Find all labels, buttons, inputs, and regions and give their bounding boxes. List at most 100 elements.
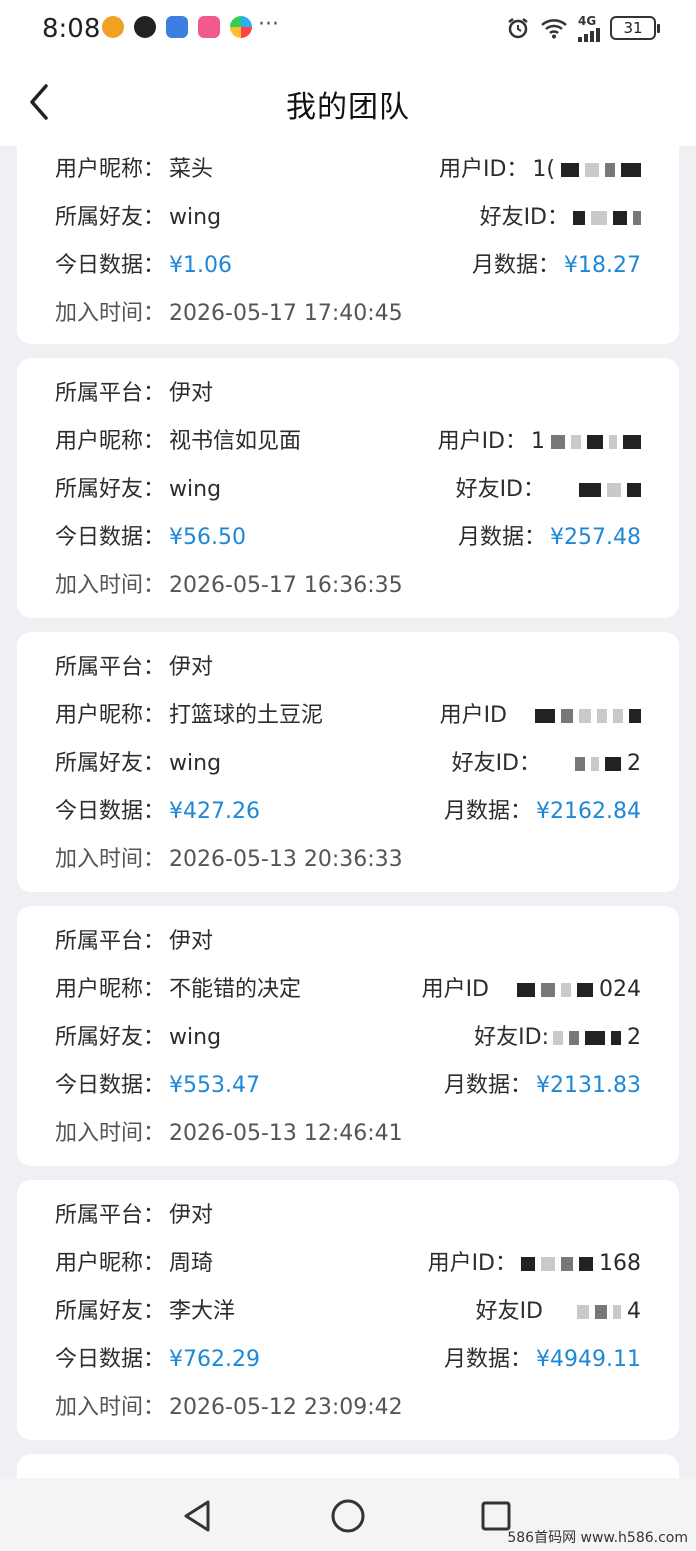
friend-id-field: 好友ID：	[456, 472, 641, 508]
nickname-value: 周琦	[169, 1251, 214, 1276]
nickname-row: 用户昵称： 不能错的决定 用户ID 024	[55, 972, 659, 1008]
month-data-label: 月数据：	[458, 525, 547, 550]
join-time-row: 加入时间： 2026-05-17 17:40:45	[55, 296, 659, 332]
join-time-row: 加入时间： 2026-05-17 16:36:35	[55, 568, 659, 604]
month-data-label: 月数据：	[444, 1073, 533, 1098]
month-data-label: 月数据：	[444, 1347, 533, 1372]
member-card	[17, 1454, 679, 1478]
user-id-value-masked: 024	[517, 972, 641, 1008]
platform-value: 伊对	[169, 381, 214, 406]
platform-label: 所属平台：	[55, 929, 166, 954]
friend-row: 所属好友： wing 好友ID: 2	[55, 1020, 659, 1056]
friend-label: 所属好友：	[55, 751, 166, 776]
join-time-value: 2026-05-17 16:36:35	[169, 573, 403, 598]
earnings-row: 今日数据： ¥56.50 月数据： ¥257.48	[55, 520, 659, 556]
user-id-label: 用户ID：	[427, 1251, 517, 1276]
earnings-row: 今日数据： ¥762.29 月数据： ¥4949.11	[55, 1342, 659, 1378]
watermark-text: 586首码网 www.h586.com	[507, 1530, 688, 1546]
earnings-row: 今日数据： ¥427.26 月数据： ¥2162.84	[55, 794, 659, 830]
user-id-field: 用户ID 024	[422, 972, 641, 1008]
alarm-icon	[508, 18, 528, 39]
join-time-label: 加入时间：	[55, 847, 166, 872]
nickname-label: 用户昵称：	[55, 157, 166, 182]
friend-id-label: 好友ID	[475, 1299, 543, 1324]
month-data-field: 月数据： ¥2162.84	[444, 794, 641, 830]
nickname-value: 视书信如见面	[169, 429, 302, 454]
friend-value: wing	[169, 1025, 222, 1050]
nav-back-button[interactable]	[178, 1496, 218, 1536]
join-time-row: 加入时间： 2026-05-12 23:09:42	[55, 1390, 659, 1426]
month-data-label: 月数据：	[444, 799, 533, 824]
join-time-row: 加入时间： 2026-05-13 12:46:41	[55, 1116, 659, 1152]
network-type: 4G	[578, 14, 597, 28]
join-time-value: 2026-05-17 17:40:45	[169, 301, 403, 326]
member-card: 用户昵称： 菜头 用户ID： 1( 所属好友： wing 好友ID： 今日数据： ¥1…	[17, 146, 679, 344]
user-id-field: 用户ID	[440, 698, 641, 734]
month-data-field: 月数据： ¥257.48	[458, 520, 641, 556]
platform-value: 伊对	[169, 929, 214, 954]
member-card: 所属平台： 伊对 用户昵称： 视书信如见面 用户ID： 1 所属好友： wing 好友…	[17, 358, 679, 618]
friend-id-value-masked	[573, 211, 641, 225]
today-data-value: ¥56.50	[169, 525, 246, 550]
friend-id-value-masked: 4	[577, 1294, 641, 1330]
member-card: 所属平台： 伊对 用户昵称： 周琦 用户ID： 168 所属好友： 李大洋 好友ID …	[17, 1180, 679, 1440]
nav-home-button[interactable]	[328, 1496, 368, 1536]
nickname-row: 用户昵称： 打篮球的土豆泥 用户ID	[55, 698, 659, 734]
today-data-label: 今日数据：	[55, 525, 166, 550]
platform-label: 所属平台：	[55, 655, 166, 680]
friend-value: wing	[169, 751, 222, 776]
user-id-label: 用户ID	[421, 977, 489, 1002]
month-data-value: ¥2131.83	[536, 1073, 641, 1098]
friend-id-value-masked: 2	[575, 746, 641, 782]
friend-label: 所属好友：	[55, 477, 166, 502]
user-id-label: 用户ID：	[438, 157, 529, 182]
today-data-value: ¥553.47	[169, 1073, 260, 1098]
today-data-value: ¥1.06	[169, 253, 232, 278]
friend-id-field: 好友ID：	[480, 200, 641, 236]
member-card: 所属平台： 伊对 用户昵称： 不能错的决定 用户ID 024 所属好友： wing 好…	[17, 906, 679, 1166]
friend-id-label: 好友ID：	[479, 205, 569, 230]
app-icon-blue	[166, 16, 188, 38]
user-id-value-masked: 1	[531, 424, 641, 460]
title-bar: 我的团队	[0, 60, 696, 146]
member-card: 所属平台： 伊对 用户昵称： 打篮球的土豆泥 用户ID 所属好友： wing 好友ID…	[17, 632, 679, 892]
join-time-value: 2026-05-13 12:46:41	[169, 1121, 403, 1146]
user-id-field: 用户ID： 1(	[439, 152, 641, 188]
triangle-back-icon	[184, 1500, 210, 1532]
join-time-label: 加入时间：	[55, 573, 166, 598]
more-notifications: ···	[258, 12, 279, 37]
today-data-value: ¥427.26	[169, 799, 260, 824]
friend-id-field: 好友ID: 2	[474, 1020, 641, 1056]
earnings-row: 今日数据： ¥553.47 月数据： ¥2131.83	[55, 1068, 659, 1104]
friend-label: 所属好友：	[55, 1025, 166, 1050]
friend-id-visible: 2	[627, 1025, 641, 1050]
user-id-visible: 024	[599, 977, 641, 1002]
team-member-list[interactable]: 用户昵称： 菜头 用户ID： 1( 所属好友： wing 好友ID： 今日数据： ¥1…	[0, 146, 696, 1478]
nickname-value: 菜头	[169, 157, 214, 182]
status-bar: 8:08 ··· 4G 31	[0, 0, 696, 60]
nickname-label: 用户昵称：	[55, 1251, 166, 1276]
join-time-label: 加入时间：	[55, 1395, 166, 1420]
nickname-value: 打篮球的土豆泥	[169, 703, 324, 728]
platform-value: 伊对	[169, 1203, 214, 1228]
cellular-indicator: 4G	[578, 14, 600, 42]
friend-row: 所属好友： wing 好友ID：	[55, 472, 659, 508]
platform-value: 伊对	[169, 655, 214, 680]
month-data-value: ¥18.27	[564, 253, 641, 278]
user-id-visible: 1(	[532, 157, 555, 182]
nickname-row: 用户昵称： 菜头 用户ID： 1(	[55, 152, 659, 188]
friend-value: 李大洋	[169, 1299, 236, 1324]
friend-id-label: 好友ID：	[451, 751, 541, 776]
month-data-label: 月数据：	[472, 253, 561, 278]
join-time-label: 加入时间：	[55, 1121, 166, 1146]
qq-icon	[134, 16, 156, 38]
friend-row: 所属好友： 李大洋 好友ID 4	[55, 1294, 659, 1330]
friend-id-label: 好友ID：	[455, 477, 545, 502]
nickname-label: 用户昵称：	[55, 977, 166, 1002]
month-data-value: ¥257.48	[550, 525, 641, 550]
today-data-label: 今日数据：	[55, 253, 166, 278]
friend-row: 所属好友： wing 好友ID： 2	[55, 746, 659, 782]
platform-row: 所属平台： 伊对	[55, 650, 659, 686]
platform-row: 所属平台： 伊对	[55, 376, 659, 412]
user-id-label: 用户ID	[439, 703, 507, 728]
